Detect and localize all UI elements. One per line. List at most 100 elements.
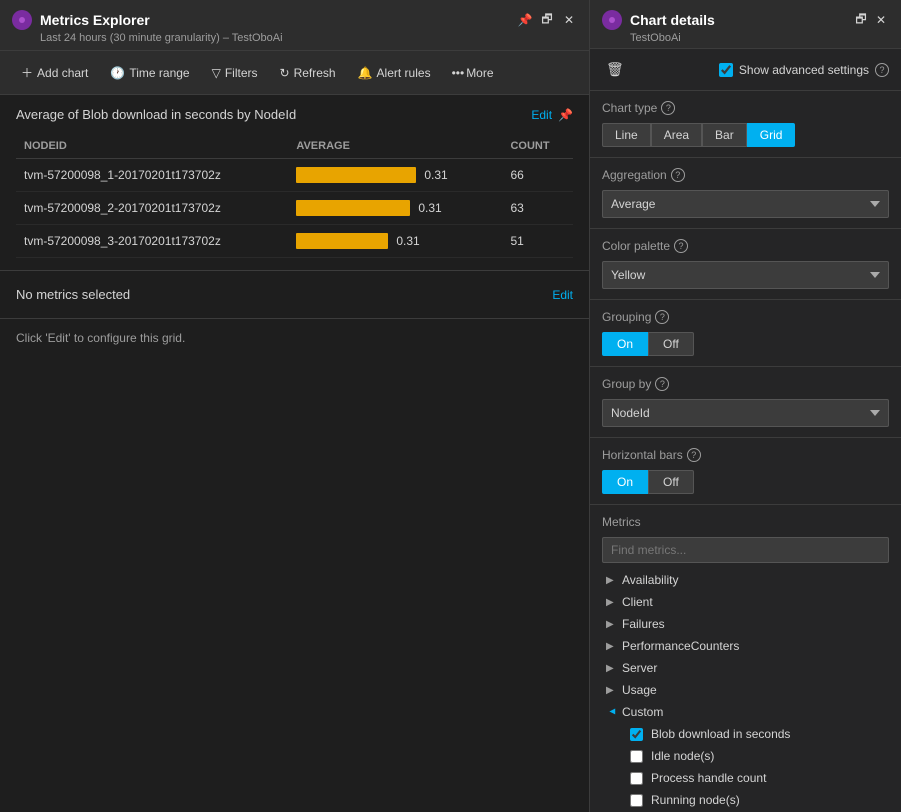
right-window-controls: 🗗 ✕ xyxy=(853,12,889,28)
metric-label-blob-download-in-seconds: Blob download in seconds xyxy=(651,727,790,741)
tree-item-server[interactable]: ▶Server xyxy=(602,657,889,679)
color-palette-text: Color palette xyxy=(602,239,670,253)
advanced-settings-label[interactable]: Show advanced settings ? xyxy=(719,63,889,77)
tree-child-blob-download-in-seconds[interactable]: Blob download in seconds xyxy=(626,723,889,745)
table-row: tvm-57200098_3-20170201t173702z 0.31 51 xyxy=(16,225,573,258)
time-range-button[interactable]: 🕐 Time range xyxy=(101,61,198,85)
tree-label-performancecounters: PerformanceCounters xyxy=(622,639,739,653)
right-panel: Chart details 🗗 ✕ TestOboAi 🗑 Show advan… xyxy=(590,0,901,812)
grouping-info-icon[interactable]: ? xyxy=(655,310,669,324)
tree-label-client: Client xyxy=(622,595,653,609)
chevron-right-icon: ▶ xyxy=(606,685,618,696)
alert-rules-label: Alert rules xyxy=(377,66,431,80)
add-chart-button[interactable]: ＋ Add chart xyxy=(12,59,97,86)
refresh-button[interactable]: ↻ Refresh xyxy=(271,61,345,85)
filters-button[interactable]: ▽ Filters xyxy=(203,61,267,85)
metrics-tree: ▶Availability▶Client▶Failures▶Performanc… xyxy=(602,569,889,812)
advanced-info-icon[interactable]: ? xyxy=(875,63,889,77)
chart1-edit-link[interactable]: Edit xyxy=(531,108,552,122)
tree-label-failures: Failures xyxy=(622,617,665,631)
chart1-header: Average of Blob download in seconds by N… xyxy=(16,107,573,122)
tree-item-performancecounters[interactable]: ▶PerformanceCounters xyxy=(602,635,889,657)
tree-item-client[interactable]: ▶Client xyxy=(602,591,889,613)
aggregation-info-icon[interactable]: ? xyxy=(671,168,685,182)
group-by-text: Group by xyxy=(602,377,651,391)
chart1-section: Average of Blob download in seconds by N… xyxy=(0,95,589,271)
horizontal-bars-info-icon[interactable]: ? xyxy=(687,448,701,462)
table-row: tvm-57200098_2-20170201t173702z 0.31 63 xyxy=(16,192,573,225)
grouping-off-button[interactable]: Off xyxy=(648,332,694,356)
left-panel: Metrics Explorer 📌 🗗 ✕ Last 24 hours (30… xyxy=(0,0,590,812)
grouping-toggle: On Off xyxy=(602,332,889,356)
group-by-section: Group by ? NodeIdRegionNone xyxy=(590,367,901,438)
tree-item-custom[interactable]: ▼Custom xyxy=(602,701,889,723)
metric-checkbox-process-handle-count[interactable] xyxy=(630,772,643,785)
tree-child-idle-node-s-[interactable]: Idle node(s) xyxy=(626,745,889,767)
col-count[interactable]: COUNT xyxy=(502,134,573,159)
chevron-right-icon: ▶ xyxy=(606,575,618,586)
metrics-search-input[interactable] xyxy=(602,537,889,563)
horizontal-bars-on-button[interactable]: On xyxy=(602,470,648,494)
aggregation-section: Aggregation ? AverageSumMinMaxCount xyxy=(590,158,901,229)
advanced-settings-checkbox[interactable] xyxy=(719,63,733,77)
tree-child-process-handle-count[interactable]: Process handle count xyxy=(626,767,889,789)
grouping-text: Grouping xyxy=(602,310,651,324)
pin-chart-icon: 📌 xyxy=(558,108,573,122)
minimize-button[interactable]: 🗗 xyxy=(539,12,555,28)
refresh-icon: ↻ xyxy=(280,66,290,80)
tree-item-availability[interactable]: ▶Availability xyxy=(602,569,889,591)
pin-button[interactable]: 📌 xyxy=(517,12,533,28)
tree-label-custom: Custom xyxy=(622,705,663,719)
cell-nodeid: tvm-57200098_2-20170201t173702z xyxy=(16,192,288,225)
tree-item-usage[interactable]: ▶Usage xyxy=(602,679,889,701)
color-palette-select[interactable]: YellowBlueGreenRed xyxy=(602,261,889,289)
right-subtitle: TestOboAi xyxy=(630,32,889,44)
chart-type-line-button[interactable]: Line xyxy=(602,123,651,147)
cell-average: 0.31 xyxy=(288,159,502,192)
metric-label-process-handle-count: Process handle count xyxy=(651,771,766,785)
tree-children-custom: Blob download in seconds Idle node(s) Proc… xyxy=(602,723,889,812)
chart-type-bar-button[interactable]: Bar xyxy=(702,123,747,147)
cell-count: 66 xyxy=(502,159,573,192)
aggregation-label: Aggregation ? xyxy=(602,168,889,182)
grouping-label: Grouping ? xyxy=(602,310,889,324)
horizontal-bars-label: Horizontal bars ? xyxy=(602,448,889,462)
col-nodeid[interactable]: NODEID xyxy=(16,134,288,159)
right-close-button[interactable]: ✕ xyxy=(873,12,889,28)
metric-checkbox-idle-node-s-[interactable] xyxy=(630,750,643,763)
chart-type-section: Chart type ? LineAreaBarGrid xyxy=(590,91,901,158)
add-chart-label: Add chart xyxy=(37,66,88,80)
right-restore-button[interactable]: 🗗 xyxy=(853,12,869,28)
horizontal-bars-off-button[interactable]: Off xyxy=(648,470,694,494)
group-by-select[interactable]: NodeIdRegionNone xyxy=(602,399,889,427)
cell-count: 51 xyxy=(502,225,573,258)
metric-checkbox-running-node-s-[interactable] xyxy=(630,794,643,807)
chart2-edit-link[interactable]: Edit xyxy=(552,288,573,302)
close-button[interactable]: ✕ xyxy=(561,12,577,28)
chart-type-area-button[interactable]: Area xyxy=(651,123,702,147)
horizontal-bars-section: Horizontal bars ? On Off xyxy=(590,438,901,505)
chart-type-info-icon[interactable]: ? xyxy=(661,101,675,115)
app-icon xyxy=(12,10,32,30)
tree-child-running-node-s-[interactable]: Running node(s) xyxy=(626,789,889,811)
chart-type-grid-button[interactable]: Grid xyxy=(747,123,796,147)
more-button[interactable]: ••• More xyxy=(444,62,502,84)
metric-checkbox-blob-download-in-seconds[interactable] xyxy=(630,728,643,741)
tree-item-failures[interactable]: ▶Failures xyxy=(602,613,889,635)
group-by-info-icon[interactable]: ? xyxy=(655,377,669,391)
subtitle: Last 24 hours (30 minute granularity) – … xyxy=(40,32,577,44)
metrics-label: Metrics xyxy=(602,515,889,529)
alert-rules-button[interactable]: 🔔 Alert rules xyxy=(349,61,440,85)
left-header: Metrics Explorer 📌 🗗 ✕ Last 24 hours (30… xyxy=(0,0,589,51)
color-palette-label: Color palette ? xyxy=(602,239,889,253)
refresh-label: Refresh xyxy=(294,66,336,80)
add-icon: ＋ xyxy=(21,64,33,81)
right-toolbar: 🗑 Show advanced settings ? xyxy=(590,49,901,91)
aggregation-text: Aggregation xyxy=(602,168,667,182)
col-average[interactable]: AVERAGE xyxy=(288,134,502,159)
delete-button[interactable]: 🗑 xyxy=(602,57,628,82)
cell-average: 0.31 xyxy=(288,192,502,225)
color-palette-info-icon[interactable]: ? xyxy=(674,239,688,253)
grouping-on-button[interactable]: On xyxy=(602,332,648,356)
aggregation-select[interactable]: AverageSumMinMaxCount xyxy=(602,190,889,218)
